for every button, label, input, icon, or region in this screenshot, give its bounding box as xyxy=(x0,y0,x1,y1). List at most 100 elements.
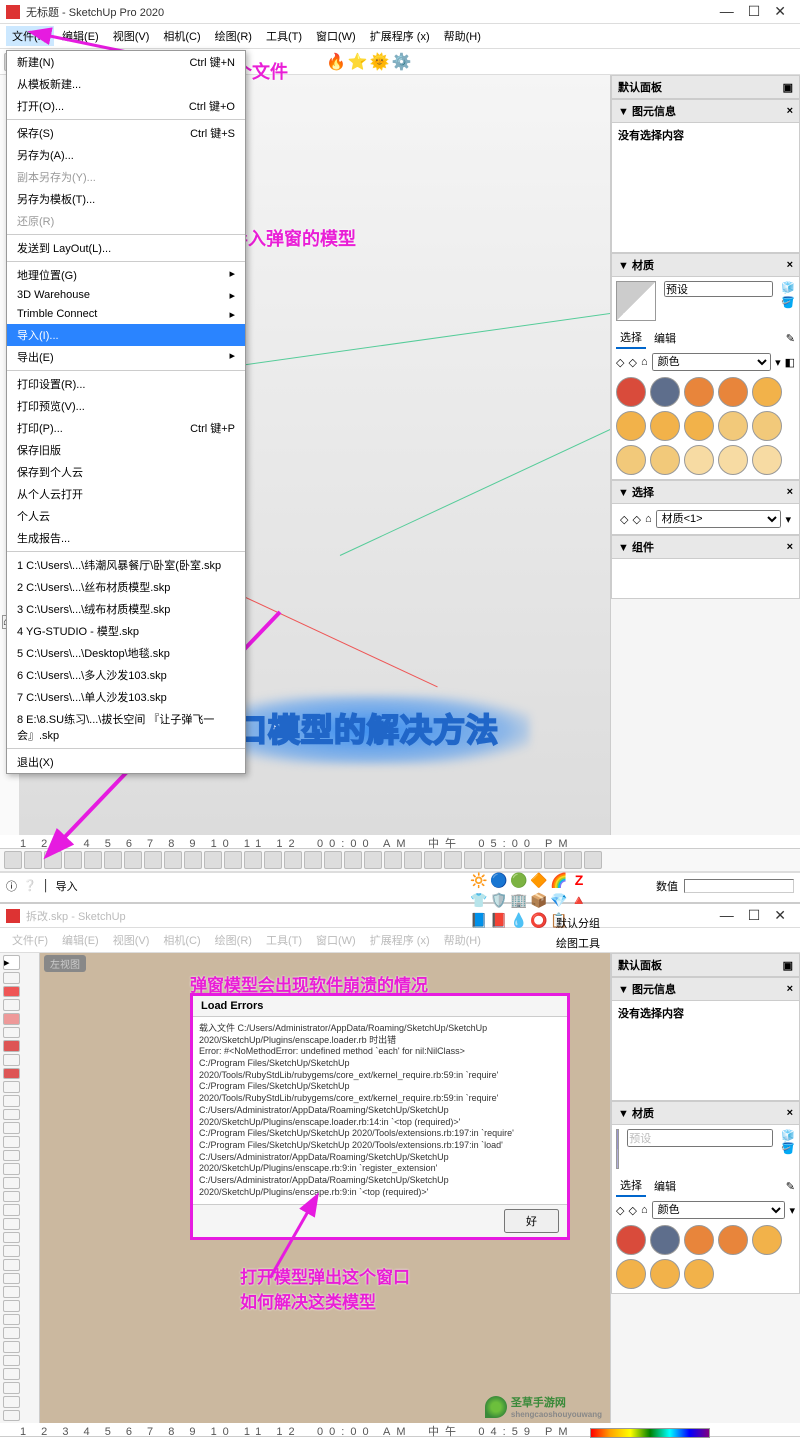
tool-icon[interactable]: 🏢 xyxy=(510,892,528,910)
generic-tool-icon[interactable] xyxy=(564,851,582,869)
maximize-icon[interactable]: ☐ xyxy=(748,907,761,924)
ok-button[interactable]: 好 xyxy=(504,1209,559,1233)
menu-edit[interactable]: 编辑(E) xyxy=(56,930,105,950)
select-tool-icon[interactable]: ▸ xyxy=(3,955,20,970)
panel-header-materials[interactable]: ▼ 材质× xyxy=(611,253,800,277)
color-swatch[interactable] xyxy=(684,1225,714,1255)
rect-icon[interactable] xyxy=(3,1013,20,1025)
tool-icon[interactable]: 🌈 xyxy=(550,872,568,890)
menu-draw[interactable]: 绘图(R) xyxy=(209,930,258,950)
menu-item-recent-7[interactable]: 7 C:\Users\...\单人沙发103.skp xyxy=(7,686,245,708)
tool-icon[interactable]: 👕 xyxy=(470,892,488,910)
menu-item-exit[interactable]: 退出(X) xyxy=(7,751,245,773)
menu-window[interactable]: 窗口(W) xyxy=(310,26,362,46)
close-panel-icon[interactable]: × xyxy=(787,259,793,271)
measurement-input[interactable] xyxy=(684,879,794,893)
extents-icon[interactable] xyxy=(3,1191,20,1203)
menu-item-open-cloud[interactable]: 从个人云打开 xyxy=(7,483,245,505)
star-icon[interactable]: ⭐ xyxy=(348,52,368,72)
menu-item-new[interactable]: 新建(N)Ctrl 键+N xyxy=(7,51,245,73)
eraser-tool-icon[interactable] xyxy=(24,851,42,869)
generic-tool-icon[interactable] xyxy=(364,851,382,869)
tool-icon[interactable]: 🔵 xyxy=(490,872,508,890)
menu-item-recent-6[interactable]: 6 C:\Users\...\多人沙发103.skp xyxy=(7,664,245,686)
generic-tool-icon[interactable] xyxy=(544,851,562,869)
create-material-icon[interactable]: 🧊 xyxy=(781,281,795,294)
menu-icon[interactable]: ◧ xyxy=(785,356,795,369)
rotate-tool-icon[interactable] xyxy=(164,851,182,869)
panel-header-entity[interactable]: ▼ 图元信息× xyxy=(611,977,800,1001)
material-preview[interactable] xyxy=(616,281,656,321)
color-swatch[interactable] xyxy=(616,445,646,475)
scale-icon[interactable] xyxy=(3,1081,20,1093)
panel-header-default[interactable]: 默认面板▣ xyxy=(611,953,800,977)
color-swatch[interactable] xyxy=(684,411,714,441)
tool-icon[interactable] xyxy=(3,1259,20,1271)
gear-icon[interactable]: ⚙️ xyxy=(392,52,412,72)
menu-item-recent-5[interactable]: 5 C:\Users\...\Desktop\地毯.skp xyxy=(7,642,245,664)
paint-tool-icon[interactable] xyxy=(264,851,282,869)
tool-icon[interactable] xyxy=(3,1218,20,1230)
info-icon[interactable]: ⓘ xyxy=(6,878,17,894)
generic-tool-icon[interactable] xyxy=(524,851,542,869)
offset-icon[interactable] xyxy=(3,1095,20,1107)
menu-item-save-cloud[interactable]: 保存到个人云 xyxy=(7,461,245,483)
color-swatch[interactable] xyxy=(616,1225,646,1255)
color-swatch[interactable] xyxy=(684,445,714,475)
back-icon[interactable]: ◇ xyxy=(616,1204,624,1217)
tool-icon[interactable] xyxy=(3,1314,20,1326)
menu-item-import[interactable]: 导入(I)... xyxy=(7,324,245,346)
menu-item-print-preview[interactable]: 打印预览(V)... xyxy=(7,395,245,417)
close-panel-icon[interactable]: × xyxy=(787,105,793,117)
home-icon[interactable]: ⌂ xyxy=(641,1204,648,1216)
tool-icon[interactable] xyxy=(3,1410,20,1422)
color-swatch[interactable] xyxy=(650,1259,680,1289)
menu-view[interactable]: 视图(V) xyxy=(107,26,156,46)
tool-icon[interactable] xyxy=(3,1341,20,1353)
tool-icon[interactable]: 🟢 xyxy=(510,872,528,890)
menu-item-cloud[interactable]: 个人云 xyxy=(7,505,245,527)
tool-icon[interactable]: 📘 xyxy=(470,912,488,930)
zoom-extents-icon[interactable] xyxy=(344,851,362,869)
tool-icon[interactable]: 📕 xyxy=(490,912,508,930)
menu-file[interactable]: 文件(F) xyxy=(6,26,54,46)
menu-item-save-as[interactable]: 另存为(A)... xyxy=(7,144,245,166)
tool-icon[interactable]: 🔶 xyxy=(530,872,548,890)
material-select[interactable]: 材质<1> xyxy=(656,510,782,528)
menu-edit[interactable]: 编辑(E) xyxy=(56,26,105,46)
back-icon[interactable]: ◇ xyxy=(616,356,624,369)
select-tool-icon[interactable] xyxy=(4,851,22,869)
fwd-icon[interactable]: ◇ xyxy=(628,356,636,369)
color-swatch[interactable] xyxy=(650,1225,680,1255)
pan-icon[interactable] xyxy=(3,1163,20,1175)
text-tool-icon[interactable] xyxy=(244,851,262,869)
tool-icon[interactable]: 🔆 xyxy=(470,872,488,890)
generic-tool-icon[interactable] xyxy=(504,851,522,869)
move-tool-icon[interactable] xyxy=(144,851,162,869)
menu-view[interactable]: 视图(V) xyxy=(107,930,156,950)
tool-icon[interactable] xyxy=(3,1368,20,1380)
circle-tool-icon[interactable] xyxy=(104,851,122,869)
menu-item-save-template[interactable]: 另存为模板(T)... xyxy=(7,188,245,210)
color-swatch[interactable] xyxy=(752,1225,782,1255)
generic-tool-icon[interactable] xyxy=(584,851,602,869)
tool-icon[interactable]: Z xyxy=(570,872,588,890)
fire-icon[interactable]: 🔥 xyxy=(326,52,346,72)
material-preview[interactable] xyxy=(616,1129,619,1169)
menu-item-report[interactable]: 生成报告... xyxy=(7,527,245,549)
line-tool-icon[interactable] xyxy=(44,851,62,869)
generic-tool-icon[interactable] xyxy=(464,851,482,869)
tool-icon[interactable] xyxy=(3,1327,20,1339)
menu-item-recent-4[interactable]: 4 YG-STUDIO - 模型.skp xyxy=(7,620,245,642)
menu-item-recent-1[interactable]: 1 C:\Users\...\纬潮风暴餐厅\卧室(卧室.skp xyxy=(7,554,245,576)
panel-header-components[interactable]: ▼ 组件× xyxy=(611,535,800,559)
color-swatch[interactable] xyxy=(650,377,680,407)
minimize-icon[interactable]: — xyxy=(720,3,734,20)
menu-camera[interactable]: 相机(C) xyxy=(157,930,206,950)
back-icon[interactable]: ◇ xyxy=(620,513,628,526)
material-name-input[interactable] xyxy=(627,1129,773,1147)
panel-header-default[interactable]: 默认面板▣ xyxy=(611,75,800,99)
menu-item-geo[interactable]: 地理位置(G)▸ xyxy=(7,264,245,286)
sun-icon[interactable]: 🌞 xyxy=(370,52,390,72)
menu-item-save-old[interactable]: 保存旧版 xyxy=(7,439,245,461)
